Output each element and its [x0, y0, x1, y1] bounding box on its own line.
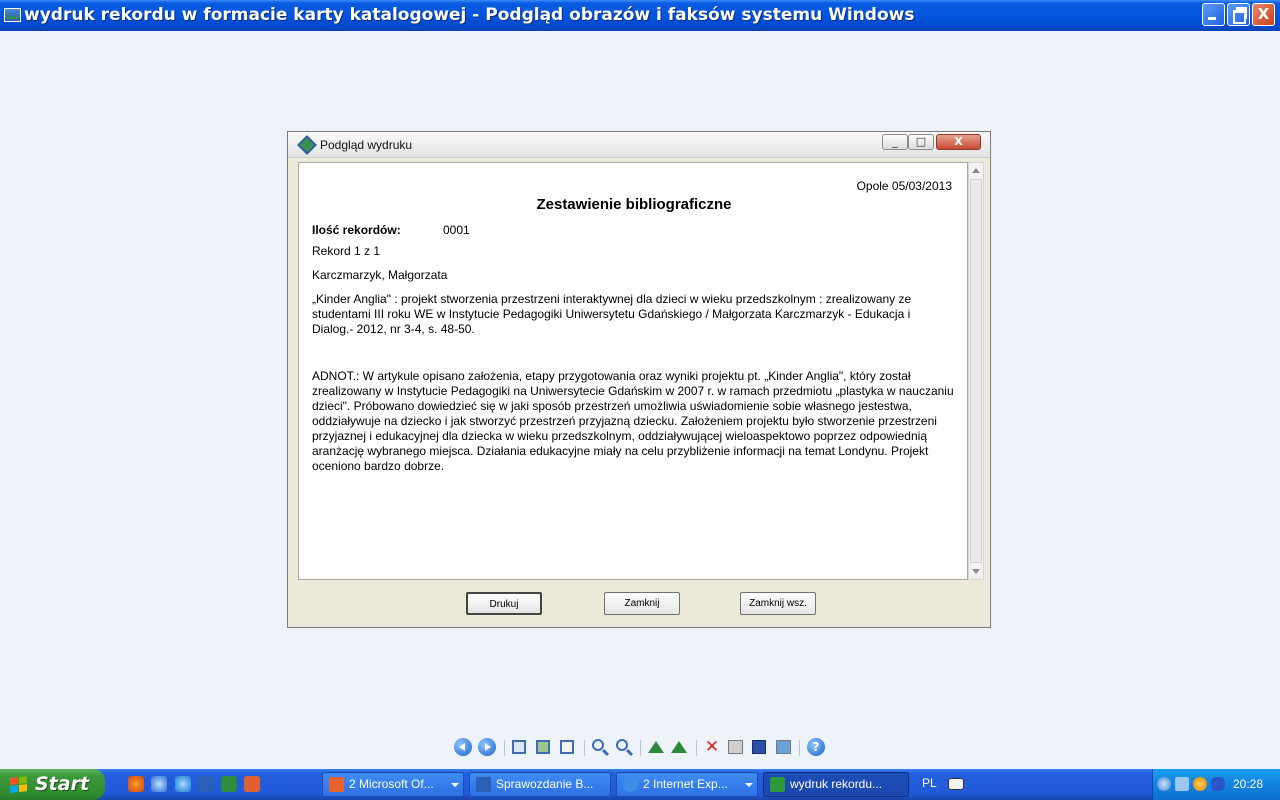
- print-preview-dialog: Podgląd wydruku _ □ X Opole 05/03/2013 Z…: [287, 131, 991, 628]
- task-label: Sprawozdanie B...: [496, 777, 594, 791]
- maximize-icon: □: [915, 135, 927, 148]
- close-all-button[interactable]: Zamknij wsz.: [740, 592, 816, 615]
- minimize-icon: _: [892, 135, 898, 148]
- delete-icon[interactable]: ✕: [703, 738, 721, 756]
- toolbar-separator: [696, 740, 697, 756]
- window-title: wydruk rekordu w formacie karty katalogo…: [24, 5, 915, 25]
- picture-viewer-app-icon[interactable]: [4, 8, 21, 22]
- print-icon[interactable]: [728, 740, 743, 754]
- record-description: „Kinder Anglia" : projekt stworzenia prz…: [312, 292, 912, 336]
- task-sprawozdanie[interactable]: Sprawozdanie B...: [469, 772, 611, 797]
- task-label: wydruk rekordu...: [790, 777, 883, 791]
- group-arrow-icon: [451, 783, 459, 787]
- rotate-clockwise-icon[interactable]: [648, 741, 664, 753]
- network-icon[interactable]: [1175, 777, 1189, 791]
- edit-icon[interactable]: [776, 740, 791, 754]
- dialog-close-button[interactable]: X: [936, 134, 981, 150]
- slideshow-icon[interactable]: [560, 740, 574, 754]
- zoom-out-icon[interactable]: [616, 739, 628, 751]
- zoom-in-icon[interactable]: [592, 739, 604, 751]
- word-icon: [476, 777, 491, 792]
- dialog-title: Podgląd wydruku: [320, 138, 413, 152]
- task-label: 2 Internet Exp...: [643, 777, 728, 791]
- record-number: Rekord 1 z 1: [312, 244, 381, 258]
- window-title-bar[interactable]: wydruk rekordu w formacie karty katalogo…: [0, 0, 1280, 31]
- taskbar: Start 2 Microsoft Of... Sprawozdanie B..…: [0, 769, 1280, 800]
- task-microsoft-office[interactable]: 2 Microsoft Of...: [322, 772, 464, 797]
- toolbar-separator: [799, 740, 800, 756]
- scroll-down-icon[interactable]: [972, 569, 980, 574]
- next-image-icon[interactable]: [478, 738, 496, 756]
- keyboard-icon[interactable]: [948, 778, 964, 790]
- language-indicator[interactable]: PL: [922, 776, 937, 790]
- record-count-value: 0001: [443, 223, 470, 237]
- picture-viewer-icon: [770, 777, 785, 792]
- toolbar-separator: [504, 740, 505, 756]
- task-picture-viewer[interactable]: wydruk rekordu...: [763, 772, 909, 797]
- start-button[interactable]: Start: [0, 769, 105, 800]
- window-close-button[interactable]: X: [1252, 3, 1275, 26]
- close-icon: X: [954, 135, 963, 148]
- group-arrow-icon: [745, 783, 753, 787]
- document-heading: Zestawienie bibliograficzne: [536, 196, 732, 213]
- previous-image-icon[interactable]: [454, 738, 472, 756]
- task-internet-explorer[interactable]: 2 Internet Exp...: [616, 772, 758, 797]
- dialog-app-icon: [297, 135, 317, 155]
- viewer-toolbar: ✕ ?: [454, 738, 834, 758]
- word-icon[interactable]: [198, 776, 214, 792]
- windows-logo-icon: [10, 776, 28, 794]
- task-label: 2 Microsoft Of...: [349, 777, 434, 791]
- window-restore-button[interactable]: [1227, 3, 1250, 26]
- bluetooth-icon[interactable]: [1211, 777, 1225, 791]
- office-icon[interactable]: [244, 776, 260, 792]
- close-icon: X: [1257, 5, 1270, 23]
- dialog-minimize-button[interactable]: _: [882, 134, 908, 150]
- office-icon: [329, 777, 344, 792]
- actual-size-icon[interactable]: [536, 740, 550, 754]
- record-annotation: ADNOT.: W artykule opisano założenia, et…: [312, 369, 954, 473]
- record-count-label: Ilość rekordów:: [312, 223, 401, 237]
- rotate-counterclockwise-icon[interactable]: [671, 741, 687, 753]
- start-label: Start: [35, 773, 90, 795]
- save-icon[interactable]: [752, 740, 766, 754]
- help-icon[interactable]: ?: [807, 738, 825, 756]
- dialog-maximize-button[interactable]: □: [908, 134, 934, 150]
- toolbar-separator: [640, 740, 641, 756]
- internet-explorer-icon: [623, 777, 638, 792]
- firefox-icon[interactable]: [128, 776, 144, 792]
- window-minimize-button[interactable]: [1202, 3, 1225, 26]
- record-author: Karczmarzyk, Małgorzata: [312, 268, 448, 282]
- scrollbar-thumb[interactable]: [970, 179, 982, 563]
- excel-icon[interactable]: [221, 776, 237, 792]
- restore-icon: [1228, 4, 1249, 25]
- taskbar-clock[interactable]: 20:28: [1233, 777, 1263, 791]
- scroll-up-icon[interactable]: [972, 168, 980, 173]
- antivirus-icon[interactable]: [1193, 777, 1207, 791]
- system-icon[interactable]: [151, 776, 167, 792]
- preview-vertical-scrollbar[interactable]: [968, 162, 984, 580]
- internet-explorer-icon[interactable]: [175, 776, 191, 792]
- document-preview: Opole 05/03/2013 Zestawienie bibliografi…: [298, 162, 968, 580]
- toolbar-separator: [584, 740, 585, 756]
- best-fit-icon[interactable]: [512, 740, 526, 754]
- print-button[interactable]: Drukuj: [466, 592, 542, 615]
- minimize-icon: [1203, 4, 1224, 25]
- tray-expand-icon[interactable]: [1157, 777, 1171, 791]
- dialog-title-bar[interactable]: Podgląd wydruku _ □ X: [288, 132, 990, 158]
- document-date: Opole 05/03/2013: [856, 179, 952, 193]
- close-button[interactable]: Zamknij: [604, 592, 680, 615]
